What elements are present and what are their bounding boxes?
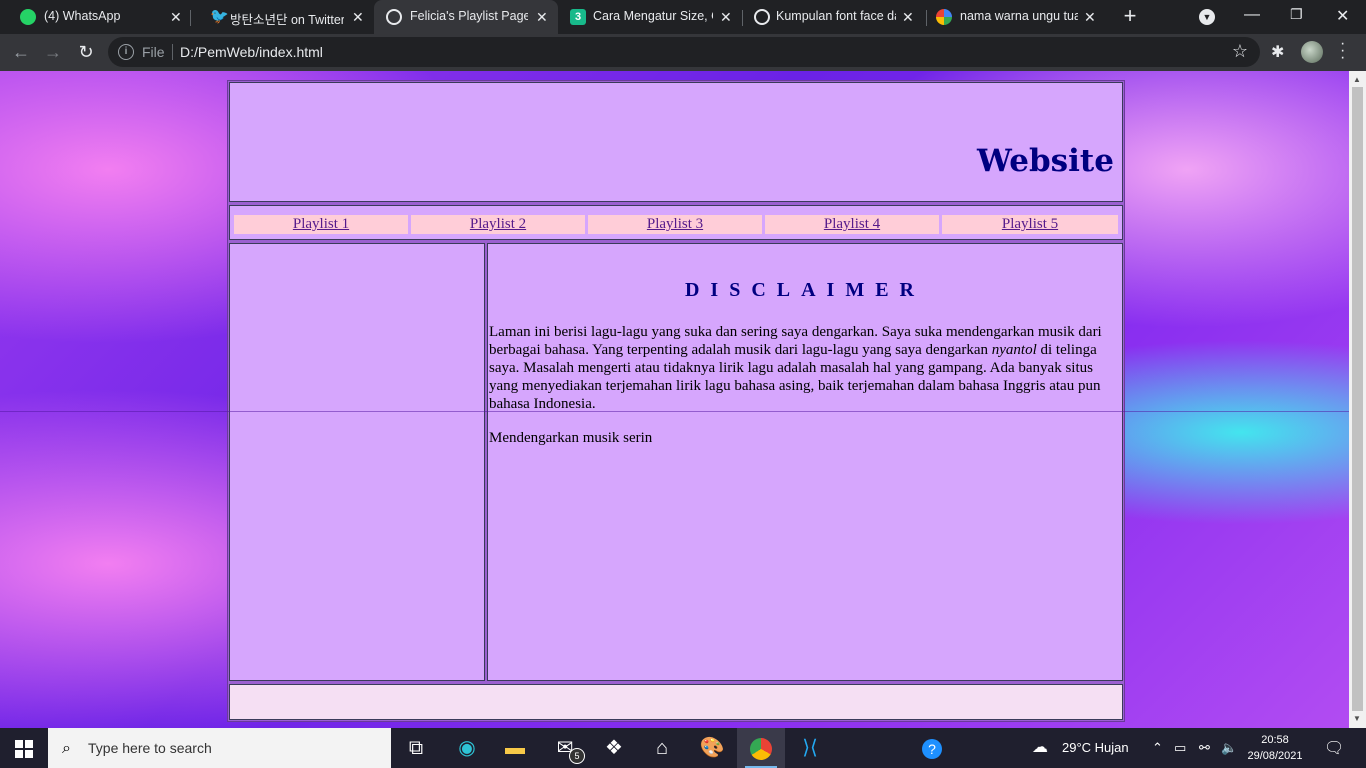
header-banner: Website Playlist bbox=[229, 82, 1123, 202]
window-close-icon[interactable]: ✕ bbox=[1336, 6, 1349, 26]
twitter-icon: 🐦 bbox=[210, 8, 229, 25]
tab-label: 방탄소년단 on Twitter bbox=[230, 13, 344, 27]
close-icon[interactable]: ✕ bbox=[1084, 8, 1096, 26]
file-explorer-icon[interactable]: ▬ bbox=[491, 728, 539, 768]
vscode-icon[interactable]: ⟩⟨ bbox=[786, 728, 834, 768]
tab-playlist-page[interactable]: Felicia's Playlist Page ✕ bbox=[374, 0, 558, 34]
close-icon[interactable]: ✕ bbox=[170, 8, 182, 26]
github-desktop-icon[interactable]: ⌂ bbox=[638, 728, 686, 768]
help-icon[interactable]: ? bbox=[908, 728, 956, 768]
search-placeholder: Type here to search bbox=[88, 740, 212, 756]
tab-kumpulan-font[interactable]: Kumpulan font face da ✕ bbox=[742, 0, 926, 34]
tab-strip: (4) WhatsApp ✕ 🐦 방탄소년단 on Twitter ✕ Feli… bbox=[0, 0, 1366, 34]
address-divider bbox=[172, 44, 173, 60]
sidebar-panel bbox=[229, 243, 485, 681]
google-icon bbox=[936, 9, 952, 25]
tab-label: nama warna ungu tua bbox=[960, 9, 1078, 23]
whatsapp-icon bbox=[20, 9, 36, 25]
edge-icon[interactable]: ◉ bbox=[443, 728, 491, 768]
profile-avatar[interactable] bbox=[1301, 41, 1323, 63]
tab-nama-warna[interactable]: nama warna ungu tua ✕ bbox=[926, 0, 1110, 34]
tab-label: Cara Mengatur Size, C bbox=[593, 9, 713, 23]
info-icon[interactable]: i bbox=[118, 44, 134, 60]
dropbox-icon[interactable]: ❖ bbox=[590, 728, 638, 768]
system-clock[interactable]: 20:58 29/08/2021 bbox=[1240, 732, 1310, 764]
marquee-title: Website Playlist bbox=[977, 143, 1122, 179]
page-scrollbar[interactable]: ▲ ▼ bbox=[1349, 71, 1366, 728]
globe-icon bbox=[754, 9, 770, 25]
tab-cara-mengatur[interactable]: 3 Cara Mengatur Size, C ✕ bbox=[558, 0, 742, 34]
codepolitan-icon: 3 bbox=[570, 9, 586, 25]
globe-icon bbox=[386, 9, 402, 25]
search-icon: ⌕ bbox=[62, 740, 71, 757]
bookmark-star-icon[interactable]: ☆ bbox=[1232, 41, 1248, 62]
mail-badge: 5 bbox=[569, 748, 585, 764]
scrollbar-thumb[interactable] bbox=[1352, 87, 1363, 711]
restore-icon[interactable]: ❐ bbox=[1290, 6, 1303, 23]
nav-link-playlist-4[interactable]: Playlist 4 bbox=[765, 215, 939, 234]
windows-start-icon[interactable] bbox=[15, 740, 33, 758]
forward-icon[interactable]: → bbox=[42, 41, 64, 63]
disclaimer-paragraph-2: Mendengarkan musik serin bbox=[489, 430, 653, 446]
taskbar-search-box[interactable]: ⌕ Type here to search bbox=[48, 728, 391, 768]
page-layout-table: Website Playlist Playlist 1 Playlist 2 P… bbox=[227, 80, 1125, 722]
network-icon[interactable]: ⚯ bbox=[1199, 740, 1210, 756]
tab-whatsapp[interactable]: (4) WhatsApp ✕ bbox=[0, 0, 190, 34]
minimize-icon[interactable]: — bbox=[1244, 6, 1260, 24]
extensions-icon[interactable]: ✱ bbox=[1271, 42, 1284, 62]
tab-label: Felicia's Playlist Page bbox=[410, 9, 528, 23]
menu-icon[interactable]: · · · bbox=[1340, 36, 1345, 66]
reload-icon[interactable]: ↻ bbox=[75, 41, 97, 63]
scroll-up-arrow-icon[interactable]: ▲ bbox=[1353, 75, 1361, 84]
windows-taskbar: ⌕ Type here to search ⧉ ◉ ▬ ✉ 5 ❖ ⌂ 🎨 ⟩⟨ … bbox=[0, 728, 1366, 768]
nav-bar: Playlist 1 Playlist 2 Playlist 3 Playlis… bbox=[229, 205, 1123, 240]
new-tab-button[interactable]: + bbox=[1119, 5, 1141, 27]
browser-toolbar: ← → ↻ i File D:/PemWeb/index.html ☆ ✱ bbox=[0, 34, 1366, 71]
tray-chevron-icon[interactable]: ⌃ bbox=[1152, 740, 1163, 756]
weather-text[interactable]: 29°C Hujan bbox=[1062, 740, 1129, 755]
tab-twitter[interactable]: 🐦 방탄소년단 on Twitter ✕ bbox=[190, 0, 374, 34]
task-view-icon[interactable]: ⧉ bbox=[392, 728, 440, 768]
nav-link-playlist-1[interactable]: Playlist 1 bbox=[234, 215, 408, 234]
scroll-down-arrow-icon[interactable]: ▼ bbox=[1353, 714, 1361, 723]
main-content: DISCLAIMER Laman ini berisi lagu-lagu ya… bbox=[487, 243, 1123, 681]
footer bbox=[229, 684, 1123, 720]
tab-label: (4) WhatsApp bbox=[44, 9, 121, 23]
address-bar[interactable]: i File D:/PemWeb/index.html ☆ bbox=[108, 37, 1260, 67]
close-icon[interactable]: ✕ bbox=[536, 8, 548, 26]
disclaimer-italic-word: nyantol bbox=[991, 342, 1037, 358]
clock-time: 20:58 bbox=[1261, 734, 1289, 746]
weather-icon[interactable]: ☁ bbox=[1032, 737, 1048, 757]
disclaimer-paragraph: Laman ini berisi lagu-lagu yang suka dan… bbox=[489, 323, 1119, 413]
clock-date: 29/08/2021 bbox=[1247, 750, 1303, 762]
nav-link-playlist-3[interactable]: Playlist 3 bbox=[588, 215, 762, 234]
notification-icon[interactable]: 🗨 bbox=[1324, 738, 1344, 758]
tab-label: Kumpulan font face da bbox=[776, 9, 896, 23]
mail-icon[interactable]: ✉ 5 bbox=[541, 728, 589, 768]
address-url[interactable]: D:/PemWeb/index.html bbox=[180, 44, 323, 60]
nav-link-playlist-5[interactable]: Playlist 5 bbox=[942, 215, 1118, 234]
volume-icon[interactable]: 🔈 bbox=[1221, 740, 1237, 756]
close-icon[interactable]: ✕ bbox=[902, 8, 914, 26]
paint-icon[interactable]: 🎨 bbox=[688, 728, 736, 768]
address-scheme: File bbox=[142, 44, 165, 60]
battery-icon[interactable]: ▭ bbox=[1174, 740, 1186, 756]
tab-search-icon[interactable]: ▼ bbox=[1199, 9, 1215, 25]
close-icon[interactable]: ✕ bbox=[720, 8, 732, 26]
chrome-icon[interactable] bbox=[737, 728, 785, 768]
disclaimer-title: DISCLAIMER bbox=[684, 279, 926, 301]
nav-link-playlist-2[interactable]: Playlist 2 bbox=[411, 215, 585, 234]
close-icon[interactable]: ✕ bbox=[352, 8, 364, 26]
page-viewport: Website Playlist Playlist 1 Playlist 2 P… bbox=[0, 71, 1349, 728]
back-icon[interactable]: ← bbox=[10, 41, 32, 63]
